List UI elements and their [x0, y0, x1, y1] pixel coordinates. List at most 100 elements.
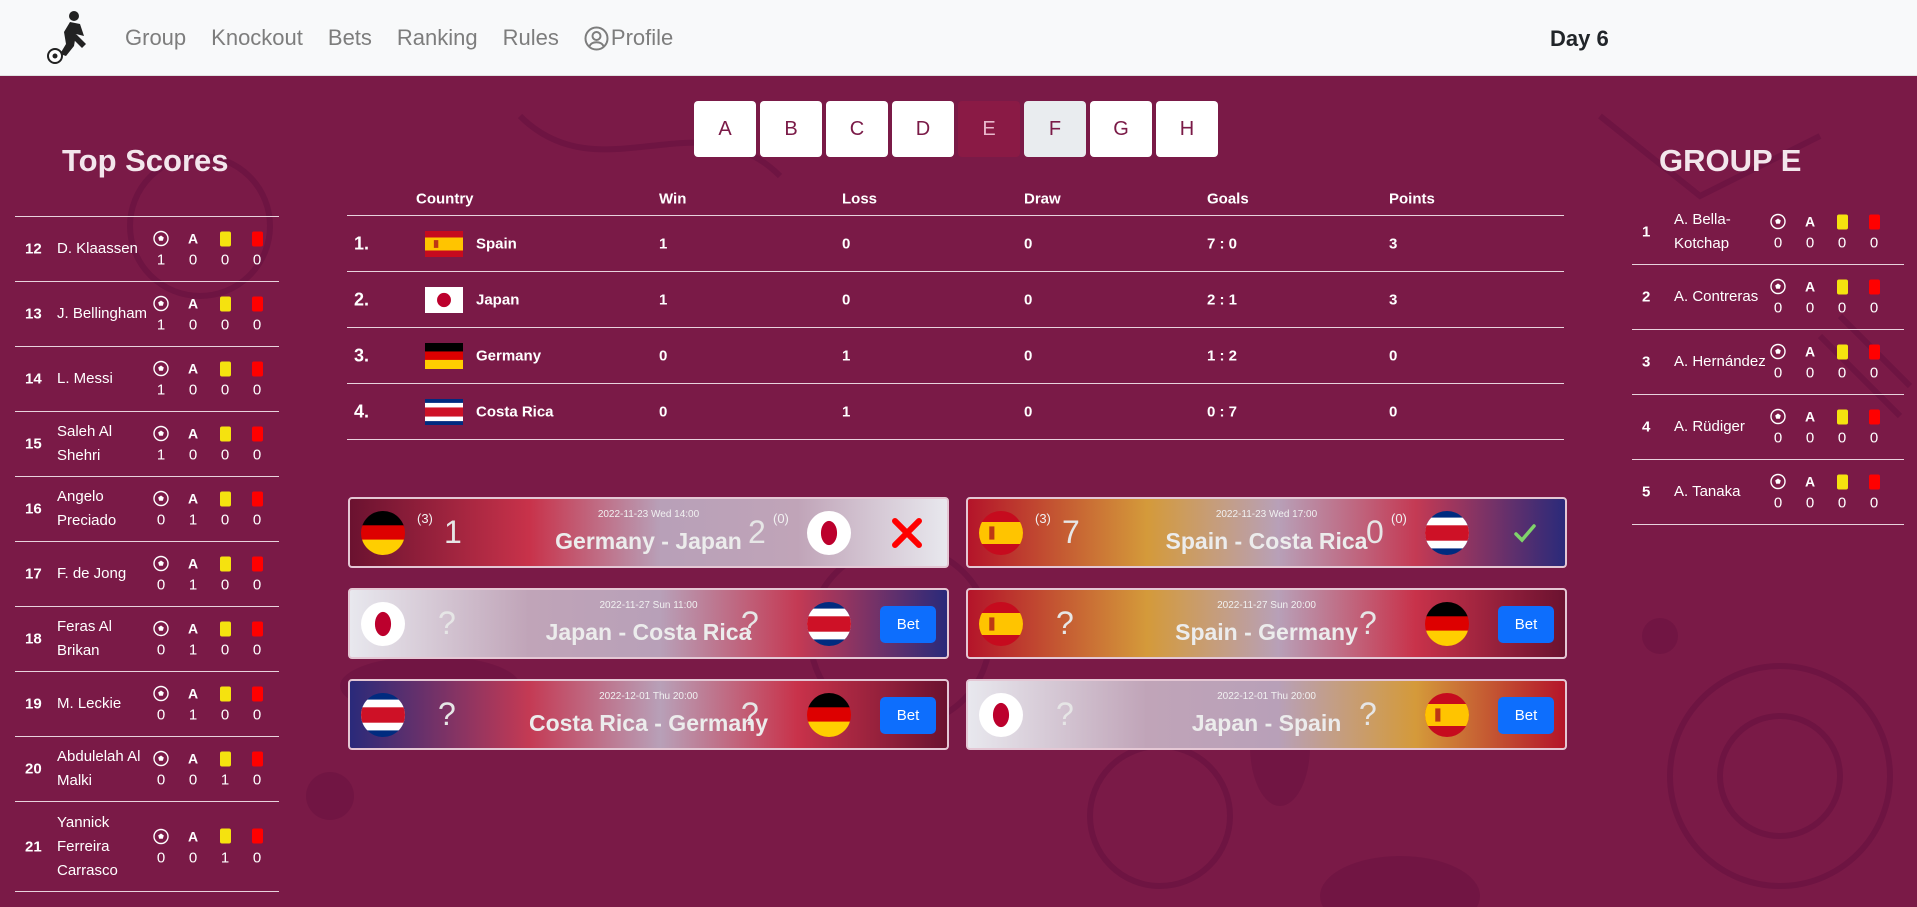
yellow-card-icon — [219, 361, 231, 376]
tab-group-g[interactable]: G — [1090, 101, 1152, 157]
player-rank: 1 — [1642, 223, 1651, 241]
red-card-icon — [251, 491, 263, 506]
player-row: 1 A. Bella-Kotchap 0 A 0 0 0 — [1632, 200, 1904, 265]
header-loss: Loss — [842, 190, 878, 208]
away-score: ? — [741, 605, 759, 641]
stat-header-goals — [1770, 278, 1786, 296]
red-card-icon — [1868, 344, 1880, 359]
stat-value-goals: 0 — [1773, 299, 1783, 317]
stat-header-assists: A — [187, 685, 199, 702]
red-card-icon — [251, 751, 263, 766]
standing-points: 3 — [1389, 291, 1398, 308]
player-row: 4 A. Rüdiger 0 A 0 0 0 — [1632, 395, 1904, 460]
standing-goals: 0 : 7 — [1207, 403, 1238, 420]
match-teams: Spain - Costa Rica — [1165, 528, 1368, 554]
player-name: Yannick Ferreira Carrasco — [57, 813, 118, 879]
tab-group-b[interactable]: B — [760, 101, 822, 157]
spain-flag-icon — [1425, 693, 1469, 737]
nav-profile-label: Profile — [610, 25, 674, 50]
stat-value-assists: 0 — [188, 446, 198, 464]
footballer-logo-icon[interactable] — [44, 10, 96, 66]
stat-red: 0 — [241, 685, 273, 724]
tab-group-c[interactable]: C — [826, 101, 888, 157]
bet-button[interactable]: Bet — [880, 606, 936, 643]
player-rank: 16 — [25, 500, 42, 518]
header-country: Country — [416, 190, 474, 208]
stat-header-red — [1868, 278, 1880, 296]
stat-value-red: 0 — [252, 511, 262, 529]
stat-value-yellow: 0 — [1837, 494, 1847, 512]
stat-value-goals: 0 — [156, 771, 166, 789]
tab-group-e[interactable]: E — [958, 101, 1020, 157]
stat-assists: A1 — [177, 555, 209, 594]
stat-value-goals: 0 — [1773, 494, 1783, 512]
stat-header-assists: A — [187, 295, 199, 312]
standing-draw: 0 — [1024, 291, 1033, 308]
stat-value-red: 0 — [252, 446, 262, 464]
nav-profile-link[interactable]: Profile — [584, 25, 673, 51]
bet-button[interactable]: Bet — [880, 697, 936, 734]
yellow-card-icon — [219, 426, 231, 441]
standing-country: Spain — [476, 235, 517, 252]
stat-header-assists: A — [187, 230, 199, 247]
goal-ball-icon — [153, 490, 169, 507]
bet-button[interactable]: Bet — [1498, 606, 1554, 643]
stat-header-assists: A — [187, 425, 199, 442]
stat-goals: 0 — [1762, 408, 1794, 447]
header-win: Win — [659, 190, 687, 208]
stat-header-assists: A — [1804, 278, 1816, 295]
red-card-icon — [251, 426, 263, 441]
stat-header-red — [251, 230, 263, 248]
stat-yellow: 0 — [209, 490, 241, 529]
stat-yellow: 0 — [1826, 408, 1858, 447]
nav-knockout-link[interactable]: Knockout — [211, 25, 303, 51]
player-row: 12 D. Klaassen 1 A 0 0 0 — [15, 217, 279, 282]
tab-group-h[interactable]: H — [1156, 101, 1218, 157]
player-rank: 4 — [1642, 418, 1651, 436]
stat-value-assists: 1 — [188, 706, 198, 724]
stat-header-goals — [153, 425, 169, 443]
nav-ranking-link[interactable]: Ranking — [397, 25, 478, 51]
stat-value-goals: 0 — [1773, 429, 1783, 447]
match-date: 2022-11-23 Wed 17:00 — [1215, 509, 1318, 520]
stat-value-red: 0 — [252, 251, 262, 269]
standing-loss: 0 — [842, 235, 851, 252]
stat-assists: A0 — [177, 827, 209, 866]
match-teams: Germany - Japan — [555, 528, 742, 554]
tab-group-f[interactable]: F — [1024, 101, 1086, 157]
group-players-title: GROUP E — [1659, 143, 1802, 178]
match-date: 2022-12-01 Thu 20:00 — [1217, 691, 1316, 702]
germany-flag-icon — [425, 342, 463, 369]
red-card-icon — [251, 361, 263, 376]
nav-rules-link[interactable]: Rules — [503, 25, 559, 51]
standing-loss: 1 — [842, 403, 851, 420]
stat-value-red: 0 — [252, 576, 262, 594]
tab-group-d[interactable]: D — [892, 101, 954, 157]
stat-value-assists: 0 — [188, 849, 198, 866]
player-rank: 5 — [1642, 483, 1651, 501]
away-prediction: (0) — [1391, 511, 1407, 526]
stat-value-assists: 0 — [1805, 364, 1815, 382]
player-name: A. Bella-Kotchap — [1674, 211, 1731, 252]
stat-header-assists: A — [187, 490, 199, 507]
standing-position: 4. — [354, 401, 370, 421]
stat-value-yellow: 0 — [1837, 299, 1847, 317]
bet-button[interactable]: Bet — [1498, 697, 1554, 734]
standing-position: 3. — [354, 345, 370, 365]
stat-header-red — [1868, 408, 1880, 426]
player-rank: 12 — [25, 240, 42, 258]
standing-loss: 0 — [842, 291, 851, 308]
stat-value-goals: 0 — [1773, 364, 1783, 382]
match-date: 2022-11-27 Sun 11:00 — [599, 600, 698, 611]
stat-yellow: 0 — [209, 685, 241, 724]
player-rank: 19 — [25, 695, 42, 713]
stat-red: 0 — [241, 555, 273, 594]
player-stats: 0A100 — [145, 620, 273, 659]
nav-group-link[interactable]: Group — [125, 25, 186, 51]
goal-ball-icon — [153, 295, 169, 312]
stat-red: 0 — [1858, 343, 1890, 382]
tab-group-a[interactable]: A — [694, 101, 756, 157]
stat-red: 0 — [241, 827, 273, 866]
match-teams: Japan - Costa Rica — [545, 619, 752, 645]
nav-bets-link[interactable]: Bets — [328, 25, 372, 51]
